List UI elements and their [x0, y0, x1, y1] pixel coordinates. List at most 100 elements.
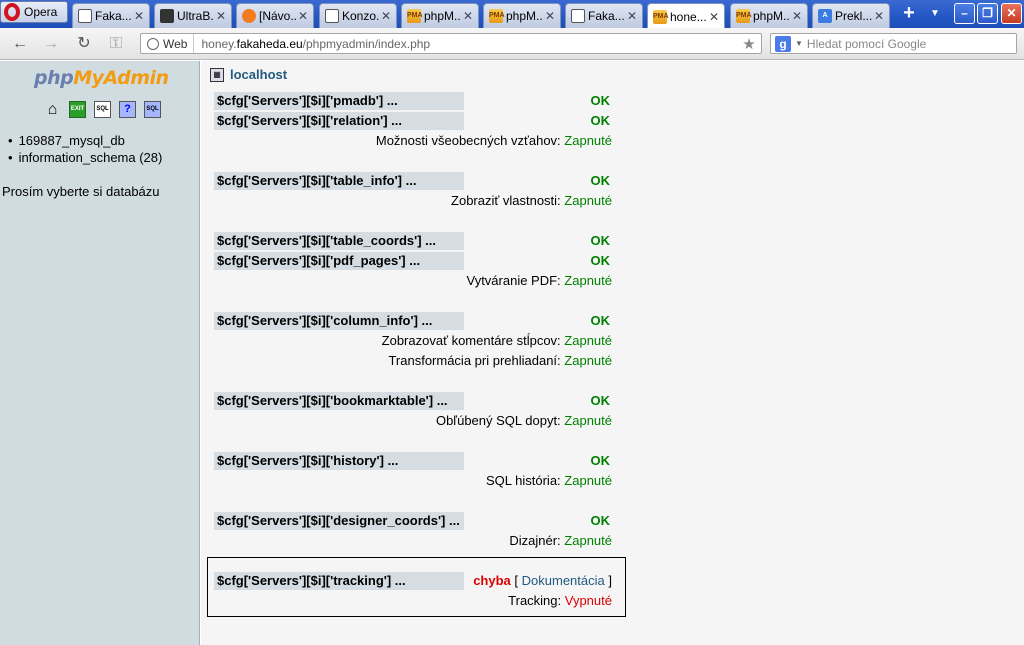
tab-bar: Opera Faka...✕UltraB...✕[Návo...✕Konzo..…	[0, 0, 1024, 29]
translate-favicon: A	[818, 9, 832, 23]
select-database-prompt: Prosím vyberte si databázu	[2, 184, 160, 199]
search-engine-dropdown-icon[interactable]: ▼	[795, 39, 803, 48]
cfg-pmadb-status: OK	[590, 93, 611, 108]
cfg-tracking-label: $cfg['Servers'][$i]['tracking'] ...	[214, 572, 464, 590]
close-tab-icon[interactable]: ✕	[707, 10, 721, 24]
tab-label: phpM...	[506, 9, 543, 23]
close-tab-icon[interactable]: ✕	[214, 9, 228, 23]
server-name-link[interactable]: localhost	[230, 67, 287, 82]
cfg-bookmarktable-label: $cfg['Servers'][$i]['bookmarktable'] ...	[214, 392, 464, 410]
cfg-history-label: $cfg['Servers'][$i]['history'] ...	[214, 452, 464, 470]
cfg-relation-status: OK	[590, 113, 611, 128]
cfg-column-info-status: OK	[590, 313, 611, 328]
documentation-link[interactable]: Dokumentácia	[522, 573, 605, 588]
close-tab-icon[interactable]: ✕	[872, 9, 886, 23]
close-tab-icon[interactable]: ✕	[132, 9, 146, 23]
feature-column-comments-value: Zapnuté	[564, 333, 612, 348]
sql-docs-icon[interactable]: SQL	[144, 101, 161, 118]
site-info-label: Web	[163, 36, 188, 51]
browser-tab[interactable]: A Prekl... ✕	[812, 3, 890, 28]
tab-label: UltraB...	[177, 9, 214, 23]
restore-window-button[interactable]: ❐	[977, 3, 998, 24]
browser-tab[interactable]: UltraB...✕	[154, 3, 232, 28]
cfg-pdf-pages-status: OK	[590, 253, 611, 268]
feature-properties-value: Zapnuté	[564, 193, 612, 208]
feature-column-comments-label: Zobrazovať komentáre stĺpcov:	[381, 333, 561, 348]
browser-tab[interactable]: PMA phpM... ✕	[483, 3, 561, 28]
bookmark-star-icon[interactable]: ★	[740, 35, 758, 53]
globe-icon	[147, 37, 159, 50]
close-tab-icon[interactable]: ✕	[625, 9, 639, 23]
cfg-table-info-label: $cfg['Servers'][$i]['table_info'] ...	[214, 172, 464, 190]
browser-tab[interactable]: PMA phpM... ✕	[730, 3, 808, 28]
phpmyadmin-logo[interactable]: phpMyAdmin	[34, 67, 169, 89]
tab-label: Prekl...	[835, 9, 872, 23]
url-text[interactable]: honey.fakaheda.eu/phpmyadmin/index.php	[194, 37, 740, 51]
logo-php-text: php	[34, 67, 74, 89]
close-tab-icon[interactable]: ✕	[461, 9, 475, 23]
close-tab-icon[interactable]: ✕	[543, 9, 557, 23]
back-arrow-icon[interactable]: ←	[10, 34, 30, 54]
close-tab-icon[interactable]: ✕	[790, 9, 804, 23]
address-field[interactable]: Web honey.fakaheda.eu/phpmyadmin/index.p…	[140, 33, 762, 54]
minimize-window-button[interactable]: –	[954, 3, 975, 24]
new-tab-icon[interactable]: +	[897, 3, 921, 24]
doc-bracket-close: ]	[608, 573, 612, 588]
cfg-history-status: OK	[590, 453, 611, 468]
tab-label: hone...	[670, 9, 707, 24]
sql-query-icon[interactable]: SQL	[94, 101, 111, 118]
forward-arrow-icon[interactable]: →	[41, 34, 61, 54]
site-info-badge[interactable]: Web	[141, 34, 195, 53]
browser-tab[interactable]: Faka... ✕	[565, 3, 643, 28]
database-item[interactable]: 169887_mysql_db	[8, 133, 162, 148]
feature-tracking-label: Tracking:	[508, 593, 562, 608]
key-icon[interactable]: ⚿	[106, 34, 126, 54]
feature-pdf: Vytváranie PDF: Zapnuté	[467, 272, 613, 290]
close-tab-icon[interactable]: ✕	[379, 9, 393, 23]
help-icon[interactable]: ?	[119, 101, 136, 118]
logo-myadmin-text: MyAdmin	[73, 67, 169, 89]
pma-favicon: PMA	[407, 9, 423, 23]
close-window-button[interactable]: ✕	[1001, 3, 1022, 24]
tab-menu-chevron-icon[interactable]: ▼	[926, 5, 944, 23]
feature-designer-value: Zapnuté	[564, 533, 612, 548]
cfg-designer-coords-label: $cfg['Servers'][$i]['designer_coords'] .…	[214, 512, 464, 530]
tab-label: [Návo...	[259, 9, 296, 23]
navigation-frame: phpMyAdmin ⌂ EXIT SQL ? SQL 169887_mysql…	[0, 61, 200, 645]
logout-icon[interactable]: EXIT	[69, 101, 86, 118]
doc-favicon	[78, 9, 92, 23]
address-toolbar: ← → ↻ ⚿ Web honey.fakaheda.eu/phpmyadmin…	[0, 28, 1024, 60]
feature-transformation: Transformácia pri prehliadaní: Zapnuté	[388, 352, 612, 370]
content-frame: ▦ localhost $cfg['Servers'][$i]['pmadb']…	[201, 61, 1024, 645]
opera-menu-button[interactable]: Opera	[0, 1, 68, 23]
close-tab-icon[interactable]: ✕	[296, 9, 310, 23]
reload-icon[interactable]: ↻	[74, 34, 94, 54]
browser-tab[interactable]: Konzo...✕	[319, 3, 397, 28]
browser-tab[interactable]: [Návo...✕	[236, 3, 314, 28]
server-icon: ▦	[210, 67, 224, 82]
google-icon[interactable]: g	[775, 35, 791, 52]
doc-bracket-open: [	[514, 573, 519, 588]
feature-relations: Možnosti všeobecných vzťahov: Zapnuté	[376, 132, 612, 150]
cfg-table-info-status: OK	[590, 173, 611, 188]
browser-tab[interactable]: PMA phpM... ✕	[401, 3, 479, 28]
feature-relations-label: Možnosti všeobecných vzťahov:	[375, 133, 561, 148]
search-placeholder: Hledat pomocí Google	[806, 36, 927, 51]
url-subdomain: honey.	[201, 36, 237, 51]
search-field[interactable]: g ▼ Hledat pomocí Google	[770, 33, 1017, 54]
feature-history: SQL história: Zapnuté	[486, 472, 612, 490]
cfg-relation-label: $cfg['Servers'][$i]['relation'] ...	[214, 112, 464, 130]
feature-history-label: SQL história:	[486, 473, 561, 488]
browser-tab[interactable]: PMA hone... ✕	[647, 3, 725, 29]
tab-label: phpM...	[424, 9, 461, 23]
feature-tracking: Tracking: Vypnuté	[508, 592, 612, 610]
home-icon[interactable]: ⌂	[44, 101, 61, 118]
browser-tab[interactable]: Faka... ✕	[72, 3, 150, 28]
cfg-pmadb-label: $cfg['Servers'][$i]['pmadb'] ...	[214, 92, 464, 110]
feature-transformation-value: Zapnuté	[564, 353, 612, 368]
database-list: 169887_mysql_db information_schema (28)	[8, 133, 163, 167]
feature-pdf-label: Vytváranie PDF:	[466, 273, 561, 288]
tracking-error-text: chyba	[473, 573, 511, 588]
database-item[interactable]: information_schema (28)	[8, 150, 163, 165]
feature-pdf-value: Zapnuté	[564, 273, 612, 288]
